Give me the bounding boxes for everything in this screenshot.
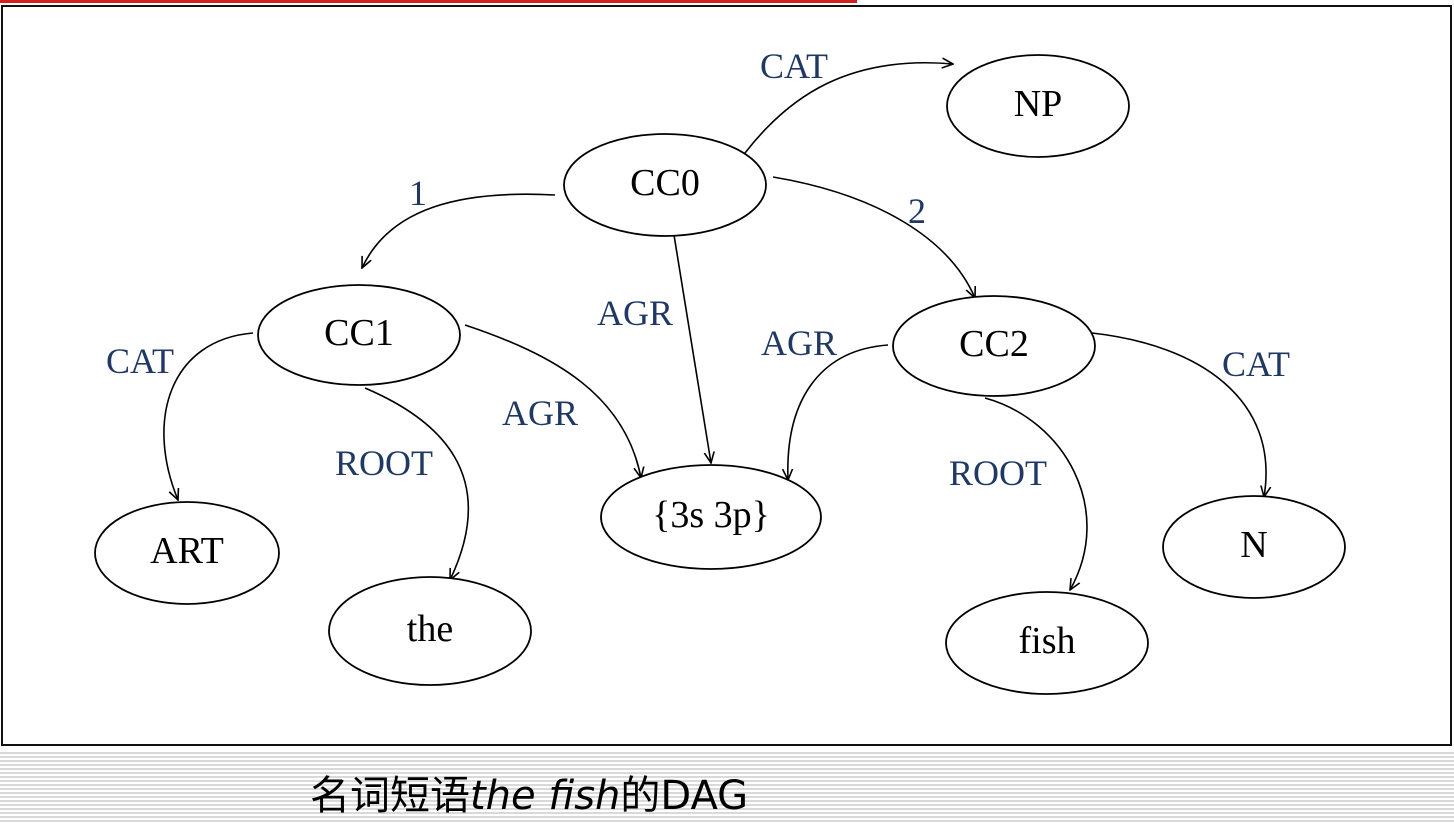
edge-cc1-the: [364, 387, 470, 580]
node-cc2: CC2: [892, 295, 1096, 397]
node-label-agr-value: {3s 3p}: [652, 494, 770, 536]
node-label-cc0: CC0: [630, 162, 700, 204]
edge-cc2-agr: [788, 344, 889, 480]
node-cc0: CC0: [563, 133, 767, 237]
node-layer: CC0 NP CC1 CC2 {3s 3p} ART the fish N: [94, 54, 1346, 695]
node-label-np: NP: [1014, 83, 1063, 125]
edge-cc2-fish: [984, 397, 1088, 590]
edge-cc0-agr: [673, 234, 711, 463]
edge-cc0-cc2: [772, 176, 975, 298]
edge-label-cc0-cc1: 1: [409, 173, 427, 213]
node-label-cc2: CC2: [959, 323, 1029, 365]
node-label-the: the: [407, 608, 453, 650]
caption-suffix: 的DAG: [620, 773, 749, 819]
dag-diagram: CAT 1 2 AGR CAT ROOT AGR AGR ROOT CAT CC…: [94, 46, 1346, 695]
edge-label-cc0-agr: AGR: [597, 293, 673, 333]
node-label-cc1: CC1: [324, 312, 394, 354]
node-the: the: [328, 576, 532, 686]
node-np: NP: [946, 54, 1130, 158]
node-label-n: N: [1240, 524, 1267, 566]
caption-prefix: 名词短语: [310, 773, 470, 819]
edge-label-cc2-agr: AGR: [761, 323, 837, 363]
edge-label-cc2-n: CAT: [1222, 344, 1290, 384]
caption-phrase: the fish: [470, 773, 621, 819]
edge-cc0-cc1: [362, 193, 556, 268]
node-label-art: ART: [150, 530, 224, 572]
figure-caption: 名词短语the fish的DAG: [310, 770, 748, 822]
edge-cc1-art: [163, 332, 254, 500]
node-art: ART: [94, 501, 280, 605]
edge-label-cc1-the: ROOT: [335, 443, 433, 483]
node-cc1: CC1: [257, 284, 461, 386]
node-fish: fish: [945, 591, 1149, 695]
edge-label-cc2-fish: ROOT: [949, 453, 1047, 493]
edge-label-cc0-np: CAT: [760, 46, 828, 86]
edge-label-cc1-art: CAT: [106, 341, 174, 381]
node-agr-value: {3s 3p}: [600, 464, 822, 570]
node-label-fish: fish: [1019, 620, 1076, 662]
node-n: N: [1162, 495, 1346, 599]
edge-label-cc1-agr: AGR: [502, 393, 578, 433]
edge-label-cc0-cc2: 2: [908, 191, 926, 231]
